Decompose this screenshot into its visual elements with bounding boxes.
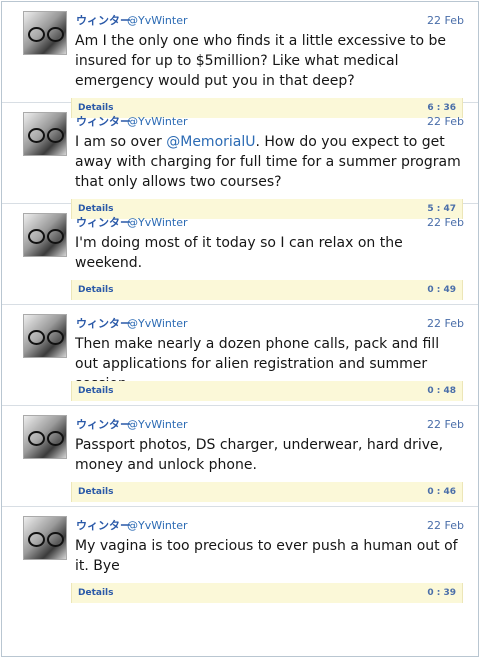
tweet-date: 22 Feb [427, 216, 464, 229]
tweet-date: 22 Feb [427, 418, 464, 431]
author-handle[interactable]: @YvWinter [127, 114, 188, 130]
tweet-date: 22 Feb [427, 519, 464, 532]
tweet-item: ウィンター @YvWinter 22 Feb I'm doing most of… [2, 204, 478, 305]
tweet-header: ウィンター @YvWinter 22 Feb [76, 13, 464, 29]
author-handle[interactable]: @YvWinter [127, 316, 188, 332]
author-name[interactable]: ウィンター [76, 518, 131, 534]
author-handle[interactable]: @YvWinter [127, 417, 188, 433]
memorialu-mention-link[interactable]: @MemorialU [166, 134, 255, 150]
tweet-item: ウィンター @YvWinter 22 Feb Passport photos, … [2, 406, 478, 507]
tweet-item: ウィンター @YvWinter 22 Feb My vagina is too … [2, 507, 478, 608]
avatar[interactable] [23, 314, 67, 358]
avatar[interactable] [23, 112, 67, 156]
tweet-date: 22 Feb [427, 317, 464, 330]
tweet-time: 0 : 39 [427, 588, 456, 598]
tweet-header: ウィンター @YvWinter 22 Feb [76, 215, 464, 231]
details-bar: Details 0 : 49 [71, 280, 463, 300]
tweet-item: ウィンター @YvWinter 22 Feb Am I the only one… [2, 2, 478, 118]
details-link[interactable]: Details [78, 280, 113, 300]
details-bar: Details 0 : 39 [71, 583, 463, 603]
avatar[interactable] [23, 213, 67, 257]
author-name[interactable]: ウィンター [76, 316, 131, 332]
tweet-time: 0 : 49 [427, 285, 456, 295]
details-link[interactable]: Details [78, 381, 113, 401]
details-bar: Details 0 : 48 [71, 381, 463, 401]
avatar[interactable] [23, 415, 67, 459]
tweet-header: ウィンター @YvWinter 22 Feb [76, 417, 464, 433]
tweet-date: 22 Feb [427, 14, 464, 27]
author-handle[interactable]: @YvWinter [127, 215, 188, 231]
tweet-date: 22 Feb [427, 115, 464, 128]
tweet-time: 0 : 48 [427, 386, 456, 396]
author-name[interactable]: ウィンター [76, 215, 131, 231]
tweet-time: 0 : 46 [427, 487, 456, 497]
tweet-header: ウィンター @YvWinter 22 Feb [76, 518, 464, 534]
details-link[interactable]: Details [78, 583, 113, 603]
author-name[interactable]: ウィンター [76, 417, 131, 433]
tweet-text: I am so over @MemorialU. How do you expe… [75, 132, 463, 189]
details-bar: Details 0 : 46 [71, 482, 463, 502]
tweet-item: ウィンター @YvWinter 22 Feb Then make nearly … [2, 305, 478, 406]
author-name[interactable]: ウィンター [76, 114, 131, 130]
tweet-header: ウィンター @YvWinter 22 Feb [76, 316, 464, 332]
avatar[interactable] [23, 516, 67, 560]
tweet-text: Am I the only one who finds it a little … [75, 33, 447, 88]
tweet-header: ウィンター @YvWinter 22 Feb [76, 114, 464, 130]
tweet-item: ウィンター @YvWinter 22 Feb I am so over @Mem… [2, 103, 478, 219]
avatar[interactable] [23, 11, 67, 55]
tweet-timeline: ウィンター @YvWinter 22 Feb Am I the only one… [1, 1, 479, 657]
author-name[interactable]: ウィンター [76, 13, 131, 29]
author-handle[interactable]: @YvWinter [127, 518, 188, 534]
details-link[interactable]: Details [78, 482, 113, 502]
author-handle[interactable]: @YvWinter [127, 13, 188, 29]
tweet-text-start: I am so over [75, 134, 167, 150]
